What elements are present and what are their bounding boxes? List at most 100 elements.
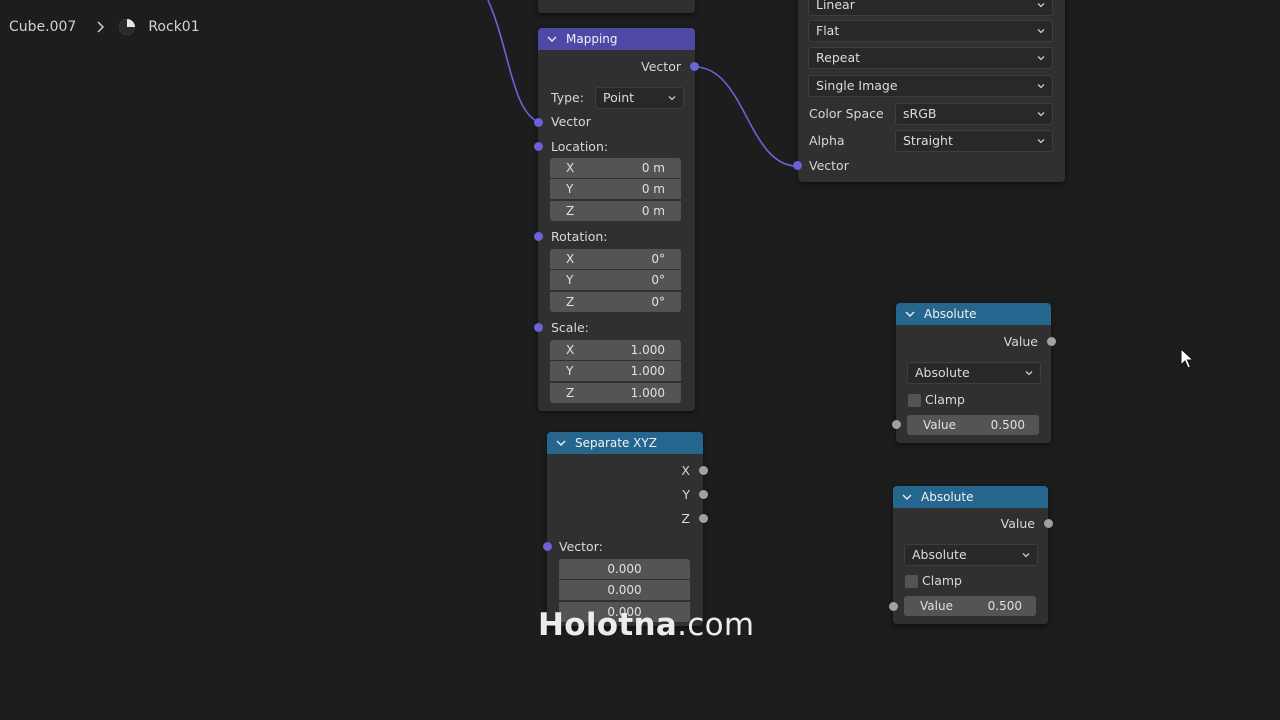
chevron-down-icon bbox=[1037, 112, 1045, 117]
location-z-field[interactable]: Z 0 m bbox=[550, 201, 681, 221]
rotation-socket[interactable] bbox=[534, 232, 543, 241]
axis-label: Y bbox=[566, 273, 574, 287]
location-x-field[interactable]: X 0 m bbox=[550, 158, 681, 178]
upper-node-partial[interactable] bbox=[538, 0, 695, 13]
chevron-down-icon[interactable] bbox=[555, 436, 569, 450]
chevron-down-icon[interactable] bbox=[904, 307, 918, 321]
breadcrumb-object[interactable]: Cube.007 bbox=[9, 19, 76, 35]
scale-x-field[interactable]: X 1.000 bbox=[550, 340, 681, 360]
interpolation-dropdown[interactable]: Linear bbox=[808, 0, 1053, 16]
chevron-down-icon bbox=[1037, 3, 1045, 8]
scale-socket[interactable] bbox=[534, 323, 543, 332]
separate-vector-label: Vector: bbox=[559, 539, 603, 554]
image-texture-node[interactable]: Linear Flat Repeat Single Image Color Sp… bbox=[793, 0, 1065, 182]
absolute-node-2[interactable]: Absolute Value Absolute Clamp Value 0.50… bbox=[889, 486, 1053, 624]
value-field-label: Value bbox=[920, 599, 953, 613]
axis-label: Z bbox=[566, 295, 575, 309]
value-field-value: 0.500 bbox=[990, 418, 1025, 432]
rotation-z-field[interactable]: Z 0° bbox=[550, 292, 681, 312]
separate-vector-socket[interactable] bbox=[543, 542, 552, 551]
absolute-node-1[interactable]: Absolute Value Absolute Clamp Value 0.50… bbox=[892, 303, 1056, 443]
location-socket[interactable] bbox=[534, 142, 543, 151]
image-vector-label: Vector bbox=[809, 158, 849, 173]
field-value: 1.000 bbox=[630, 386, 665, 400]
absolute-input-socket[interactable] bbox=[892, 420, 901, 429]
projection-dropdown[interactable]: Flat bbox=[808, 20, 1053, 42]
output-x-socket[interactable] bbox=[699, 466, 708, 475]
absolute-output-label: Value bbox=[1003, 334, 1038, 349]
field-value: 1.000 bbox=[630, 343, 665, 357]
separate-xyz-node[interactable]: Separate XYZ X Y Z Vector: 0.000 0.000 0… bbox=[543, 432, 708, 626]
chevron-down-icon[interactable] bbox=[546, 32, 560, 46]
location-y-field[interactable]: Y 0 m bbox=[550, 179, 681, 199]
value-field[interactable]: Value 0.500 bbox=[904, 596, 1036, 616]
mapping-input-vector-socket[interactable] bbox=[534, 118, 543, 127]
alpha-dropdown[interactable]: Straight bbox=[895, 130, 1053, 152]
separate-xyz-title: Separate XYZ bbox=[575, 436, 657, 450]
mapping-type-label: Type: bbox=[551, 90, 584, 105]
rotation-x-field[interactable]: X 0° bbox=[550, 249, 681, 269]
absolute-input-socket[interactable] bbox=[889, 602, 898, 611]
clamp-checkbox[interactable] bbox=[908, 394, 921, 407]
operation-dropdown[interactable]: Absolute bbox=[904, 544, 1038, 566]
rotation-label: Rotation: bbox=[551, 229, 608, 244]
field-value: 0° bbox=[651, 295, 665, 309]
clamp-checkbox[interactable] bbox=[905, 575, 918, 588]
value-field-label: Value bbox=[923, 418, 956, 432]
absolute-header[interactable]: Absolute bbox=[896, 303, 1051, 325]
chevron-down-icon bbox=[1037, 29, 1045, 34]
color-space-dropdown[interactable]: sRGB bbox=[895, 103, 1053, 125]
axis-label: X bbox=[566, 343, 575, 357]
absolute-output-socket[interactable] bbox=[1047, 337, 1056, 346]
vector-y-field[interactable]: 0.000 bbox=[559, 580, 690, 600]
output-z-socket[interactable] bbox=[699, 514, 708, 523]
absolute-title: Absolute bbox=[921, 490, 974, 504]
operation-value: Absolute bbox=[912, 547, 967, 562]
watermark-brand: Holotna bbox=[538, 607, 678, 643]
mapping-type-dropdown[interactable]: Point bbox=[595, 87, 684, 109]
scale-y-field[interactable]: Y 1.000 bbox=[550, 361, 681, 381]
value-field-value: 0.500 bbox=[987, 599, 1022, 613]
value-field[interactable]: Value 0.500 bbox=[907, 415, 1039, 435]
interpolation-value: Linear bbox=[816, 0, 855, 12]
chevron-down-icon bbox=[1037, 56, 1045, 61]
breadcrumb-material[interactable]: Rock01 bbox=[148, 19, 199, 35]
mapping-output-socket[interactable] bbox=[690, 62, 699, 71]
field-value: 0 m bbox=[641, 161, 665, 175]
mapping-header[interactable]: Mapping bbox=[538, 28, 695, 50]
chevron-down-icon bbox=[668, 96, 676, 101]
material-icon bbox=[118, 18, 136, 36]
field-value: 0 m bbox=[641, 182, 665, 196]
projection-value: Flat bbox=[816, 23, 840, 38]
location-label: Location: bbox=[551, 139, 609, 154]
absolute-header[interactable]: Absolute bbox=[893, 486, 1048, 508]
axis-label: Y bbox=[566, 182, 574, 196]
image-vector-input-socket[interactable] bbox=[793, 161, 802, 170]
extension-dropdown[interactable]: Repeat bbox=[808, 47, 1053, 69]
vector-x-field[interactable]: 0.000 bbox=[559, 559, 690, 579]
color-space-value: sRGB bbox=[903, 106, 937, 121]
absolute-output-socket[interactable] bbox=[1044, 519, 1053, 528]
alpha-label: Alpha bbox=[809, 133, 845, 148]
absolute-output-label: Value bbox=[1000, 516, 1035, 531]
scale-label: Scale: bbox=[551, 320, 589, 335]
source-dropdown[interactable]: Single Image bbox=[808, 75, 1053, 97]
field-value: 0.000 bbox=[607, 562, 642, 576]
mapping-output-vector-label: Vector bbox=[641, 59, 681, 74]
chevron-down-icon bbox=[1037, 84, 1045, 89]
axis-label: X bbox=[566, 161, 575, 175]
output-z-label: Z bbox=[681, 511, 690, 526]
chevron-down-icon[interactable] bbox=[901, 490, 915, 504]
scale-z-field[interactable]: Z 1.000 bbox=[550, 383, 681, 403]
operation-dropdown[interactable]: Absolute bbox=[907, 362, 1041, 384]
mapping-node[interactable]: Mapping Vector Type: Point Vector Locati… bbox=[534, 28, 699, 411]
breadcrumb: Cube.007 Rock01 bbox=[9, 17, 200, 37]
output-y-socket[interactable] bbox=[699, 490, 708, 499]
mapping-title: Mapping bbox=[566, 32, 618, 46]
rotation-y-field[interactable]: Y 0° bbox=[550, 270, 681, 290]
watermark: Holotna.com bbox=[538, 607, 754, 643]
separate-xyz-header[interactable]: Separate XYZ bbox=[547, 432, 703, 454]
color-space-label: Color Space bbox=[809, 106, 884, 121]
field-value: 0° bbox=[651, 273, 665, 287]
field-value: 1.000 bbox=[630, 364, 665, 378]
